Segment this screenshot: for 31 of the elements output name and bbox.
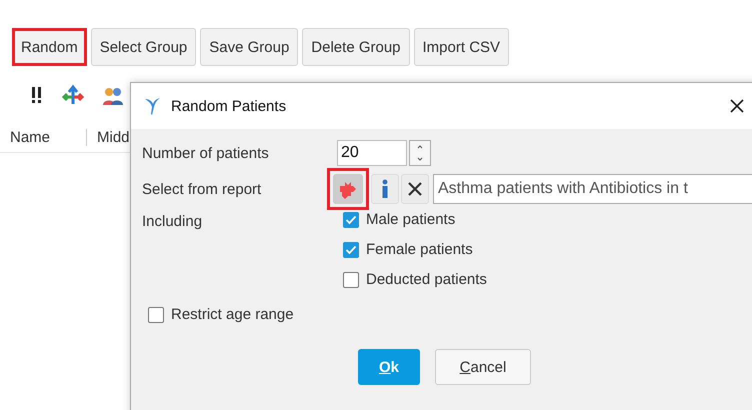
close-icon <box>407 181 423 197</box>
exclamation-icon[interactable] <box>30 85 44 105</box>
info-button[interactable] <box>371 174 399 204</box>
field-label: Select from report <box>142 180 262 198</box>
checkbox-label: Female patients <box>366 241 473 258</box>
caret-down-icon[interactable] <box>415 156 425 162</box>
close-icon[interactable] <box>729 98 745 114</box>
checkbox[interactable] <box>343 272 359 288</box>
report-field[interactable]: Asthma patients with Antibiotics in t <box>433 174 752 204</box>
checkbox[interactable] <box>148 306 164 322</box>
toolbar-button[interactable]: Delete Group <box>302 28 410 66</box>
number-field[interactable]: 20 <box>337 140 407 166</box>
checkbox-label: Deducted patients <box>366 271 487 288</box>
toolbar-button[interactable]: Random <box>12 28 87 66</box>
checkbox-label: Restrict age range <box>171 306 294 323</box>
toolbar-button[interactable]: Select Group <box>90 28 196 66</box>
report-button[interactable] <box>327 168 369 210</box>
column-header[interactable]: Name <box>0 128 87 146</box>
field-label: Including <box>142 212 204 232</box>
app-logo-icon <box>143 96 161 116</box>
toolbar-button[interactable]: Save Group <box>200 28 298 66</box>
checkbox[interactable] <box>343 212 359 228</box>
field-label: Number of patients <box>142 144 270 162</box>
dialog-title: Random Patients <box>171 98 286 114</box>
info-icon <box>380 179 390 199</box>
toolbar-button[interactable]: Import CSV <box>414 28 510 66</box>
checkbox-label: Male patients <box>366 211 456 228</box>
clear-button[interactable] <box>401 174 429 204</box>
checkbox[interactable] <box>343 242 359 258</box>
cancel-button[interactable]: Cancel <box>435 349 531 385</box>
caret-up-icon[interactable] <box>415 144 425 150</box>
